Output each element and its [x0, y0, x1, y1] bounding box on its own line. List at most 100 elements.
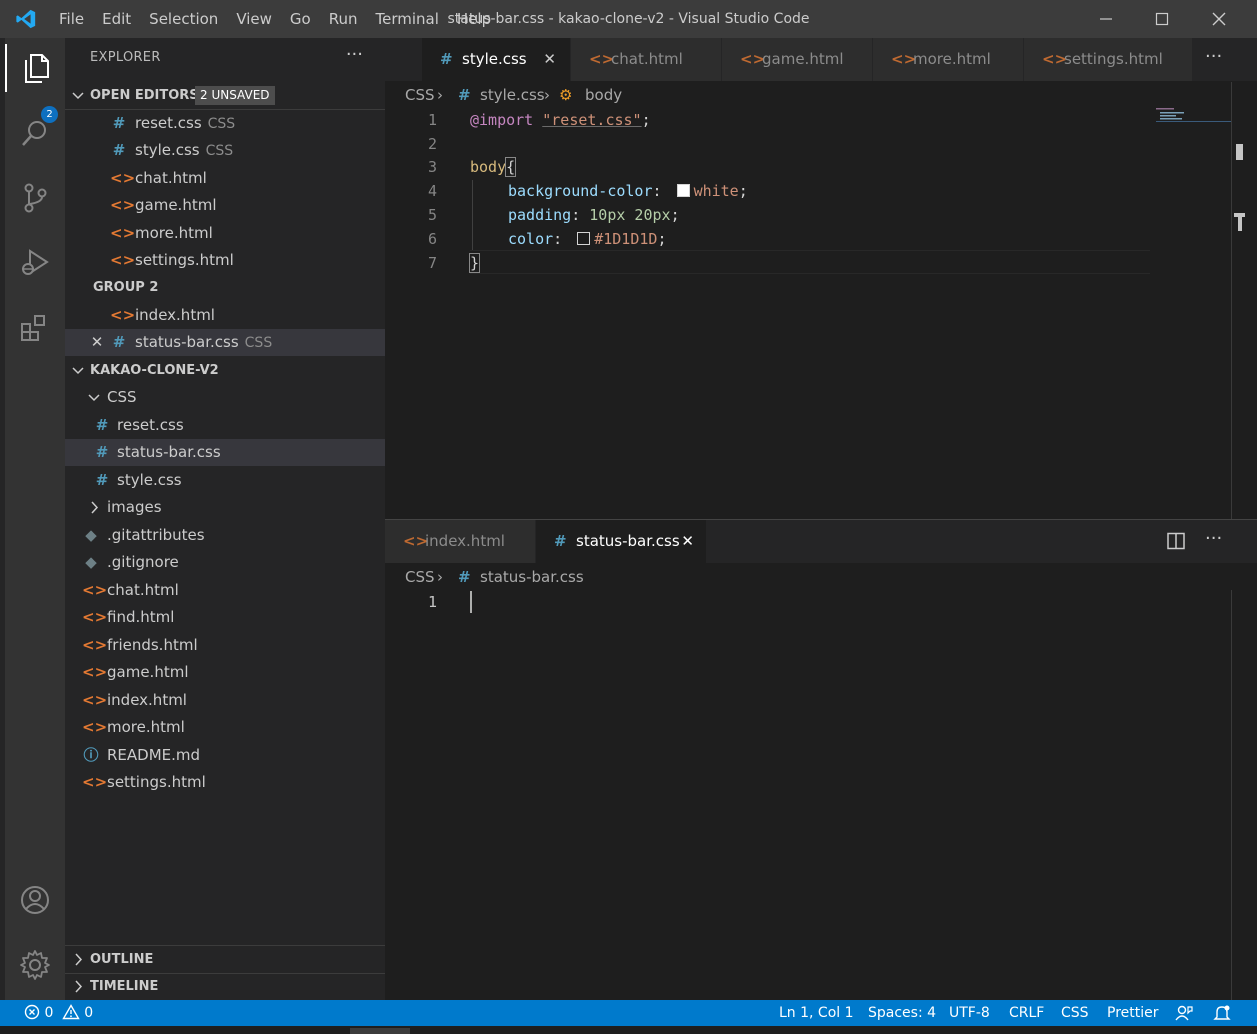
- menu-run[interactable]: Run: [320, 0, 367, 38]
- breadcrumb-item[interactable]: body: [585, 82, 622, 108]
- close-icon[interactable]: ✕: [681, 520, 694, 563]
- manage-activity[interactable]: [5, 941, 65, 989]
- menu-selection[interactable]: Selection: [140, 0, 227, 38]
- open-editor-item[interactable]: # style.css CSS: [65, 137, 385, 164]
- run-debug-activity[interactable]: [5, 239, 65, 287]
- bell-icon: [1213, 1005, 1231, 1020]
- maximize-button[interactable]: [1134, 0, 1190, 38]
- scrollbar-marker: [1236, 144, 1243, 160]
- menu-terminal[interactable]: Terminal: [367, 0, 448, 38]
- tab-settings-html[interactable]: <> settings.html: [1024, 38, 1193, 81]
- open-editor-name: index.html: [135, 306, 215, 324]
- tab-label: more.html: [913, 50, 991, 68]
- timeline-header[interactable]: TIMELINE: [65, 973, 385, 1000]
- breadcrumb-item[interactable]: status-bar.css: [480, 564, 584, 590]
- scrollbar-marker: [1238, 213, 1242, 231]
- tab-game-html[interactable]: <> game.html: [722, 38, 873, 81]
- file-item[interactable]: # reset.css: [65, 412, 385, 439]
- outline-header[interactable]: OUTLINE: [65, 946, 385, 973]
- explorer-activity[interactable]: [5, 44, 67, 92]
- tab-label: chat.html: [611, 50, 683, 68]
- open-editor-item[interactable]: <> settings.html: [65, 247, 385, 274]
- file-item-selected[interactable]: # status-bar.css: [65, 439, 385, 466]
- menu-view[interactable]: View: [227, 0, 281, 38]
- project-header[interactable]: KAKAO-CLONE-V2: [65, 357, 385, 384]
- open-editor-desc: CSS: [205, 143, 234, 159]
- menu-edit[interactable]: Edit: [93, 0, 140, 38]
- file-item[interactable]: <> find.html: [65, 604, 385, 631]
- open-editor-item[interactable]: # reset.css CSS: [65, 110, 385, 137]
- title-bar: File Edit Selection View Go Run Terminal…: [0, 0, 1257, 38]
- menu-go[interactable]: Go: [281, 0, 320, 38]
- file-item[interactable]: <> chat.html: [65, 577, 385, 604]
- files-icon: [25, 54, 49, 83]
- menu-help[interactable]: Help: [448, 0, 500, 38]
- tab-chat-html[interactable]: <> chat.html: [571, 38, 722, 81]
- encoding[interactable]: UTF-8: [949, 1000, 990, 1026]
- formatter[interactable]: Prettier: [1107, 1000, 1159, 1026]
- file-item[interactable]: <> settings.html: [65, 769, 385, 796]
- open-editor-item[interactable]: <> more.html: [65, 220, 385, 247]
- accounts-activity[interactable]: [5, 876, 65, 924]
- end-of-line[interactable]: CRLF: [1009, 1000, 1044, 1026]
- file-item[interactable]: ◆ .gitignore: [65, 549, 385, 576]
- open-editor-item[interactable]: <> chat.html: [65, 165, 385, 192]
- code-token: ;: [641, 111, 651, 129]
- file-item[interactable]: # style.css: [65, 467, 385, 494]
- file-item[interactable]: <> friends.html: [65, 632, 385, 659]
- file-item[interactable]: ◆ .gitattributes: [65, 522, 385, 549]
- tab-index-html[interactable]: <> index.html: [385, 520, 536, 563]
- open-editor-item-active[interactable]: ✕ # status-bar.css CSS: [65, 329, 385, 356]
- tab-more-html[interactable]: <> more.html: [873, 38, 1024, 81]
- file-item[interactable]: ⓘ README.md: [65, 742, 385, 769]
- extensions-activity[interactable]: [5, 304, 65, 352]
- close-editor-icon[interactable]: ✕: [88, 329, 106, 356]
- file-name: friends.html: [107, 636, 198, 654]
- open-editors-header[interactable]: OPEN EDITORS 2 UNSAVED: [65, 82, 385, 109]
- open-editor-desc: CSS: [207, 116, 236, 132]
- html-file-icon: <>: [82, 663, 108, 681]
- menu-file[interactable]: File: [50, 0, 93, 38]
- open-editor-item[interactable]: <> game.html: [65, 192, 385, 219]
- minimap[interactable]: [1156, 106, 1232, 124]
- breadcrumb-item[interactable]: CSS: [405, 564, 435, 590]
- file-item[interactable]: <> game.html: [65, 659, 385, 686]
- search-activity[interactable]: [5, 109, 65, 157]
- menu-bar: File Edit Selection View Go Run Terminal…: [50, 0, 500, 38]
- scrollbar-track[interactable]: [1231, 82, 1232, 519]
- explorer-more-button[interactable]: ···: [346, 44, 363, 65]
- chevron-right-icon: ›: [437, 568, 443, 586]
- split-editor-button[interactable]: [1167, 532, 1185, 554]
- tab-style-css[interactable]: # style.css ✕: [422, 38, 571, 81]
- line-number: 5: [427, 206, 437, 224]
- line-number: 4: [427, 182, 437, 200]
- folder-css[interactable]: CSS: [65, 384, 385, 411]
- breadcrumb-item[interactable]: style.css: [480, 82, 545, 108]
- cursor-position[interactable]: Ln 1, Col 1: [779, 1000, 854, 1026]
- close-icon[interactable]: ✕: [543, 38, 556, 81]
- language-mode[interactable]: CSS: [1061, 1000, 1089, 1026]
- close-window-button[interactable]: [1191, 0, 1247, 38]
- editor1-more-button[interactable]: ···: [1205, 46, 1222, 67]
- source-control-activity[interactable]: [5, 174, 65, 222]
- explorer-title: EXPLORER: [90, 50, 161, 65]
- html-file-icon: <>: [82, 691, 108, 709]
- indentation[interactable]: Spaces: 4: [868, 1000, 936, 1026]
- open-editor-item[interactable]: <> index.html: [65, 302, 385, 329]
- line-number: 2: [427, 135, 437, 153]
- scrollbar-track[interactable]: [1231, 590, 1232, 1000]
- breadcrumb-item[interactable]: CSS: [405, 82, 435, 108]
- file-item[interactable]: <> more.html: [65, 714, 385, 741]
- file-item[interactable]: <> index.html: [65, 687, 385, 714]
- css-file-icon: #: [112, 333, 126, 351]
- color-swatch[interactable]: [577, 232, 591, 245]
- git-file-icon: ◆: [85, 553, 97, 571]
- timeline-label: TIMELINE: [90, 979, 159, 994]
- problems-indicator[interactable]: 0 0: [24, 1000, 93, 1026]
- tab-status-bar-css[interactable]: # status-bar.css ✕: [536, 520, 707, 563]
- folder-images[interactable]: images: [65, 494, 385, 521]
- minimize-button[interactable]: [1078, 0, 1134, 38]
- css-file-icon: #: [554, 532, 567, 550]
- editor2-more-button[interactable]: ···: [1205, 528, 1222, 549]
- color-swatch[interactable]: [676, 184, 690, 197]
